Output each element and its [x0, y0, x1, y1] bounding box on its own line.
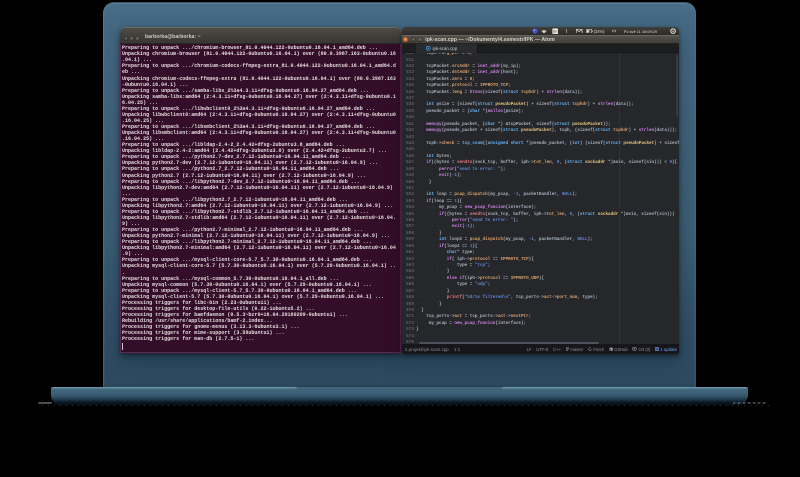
svg-text:En: En: [553, 30, 557, 34]
